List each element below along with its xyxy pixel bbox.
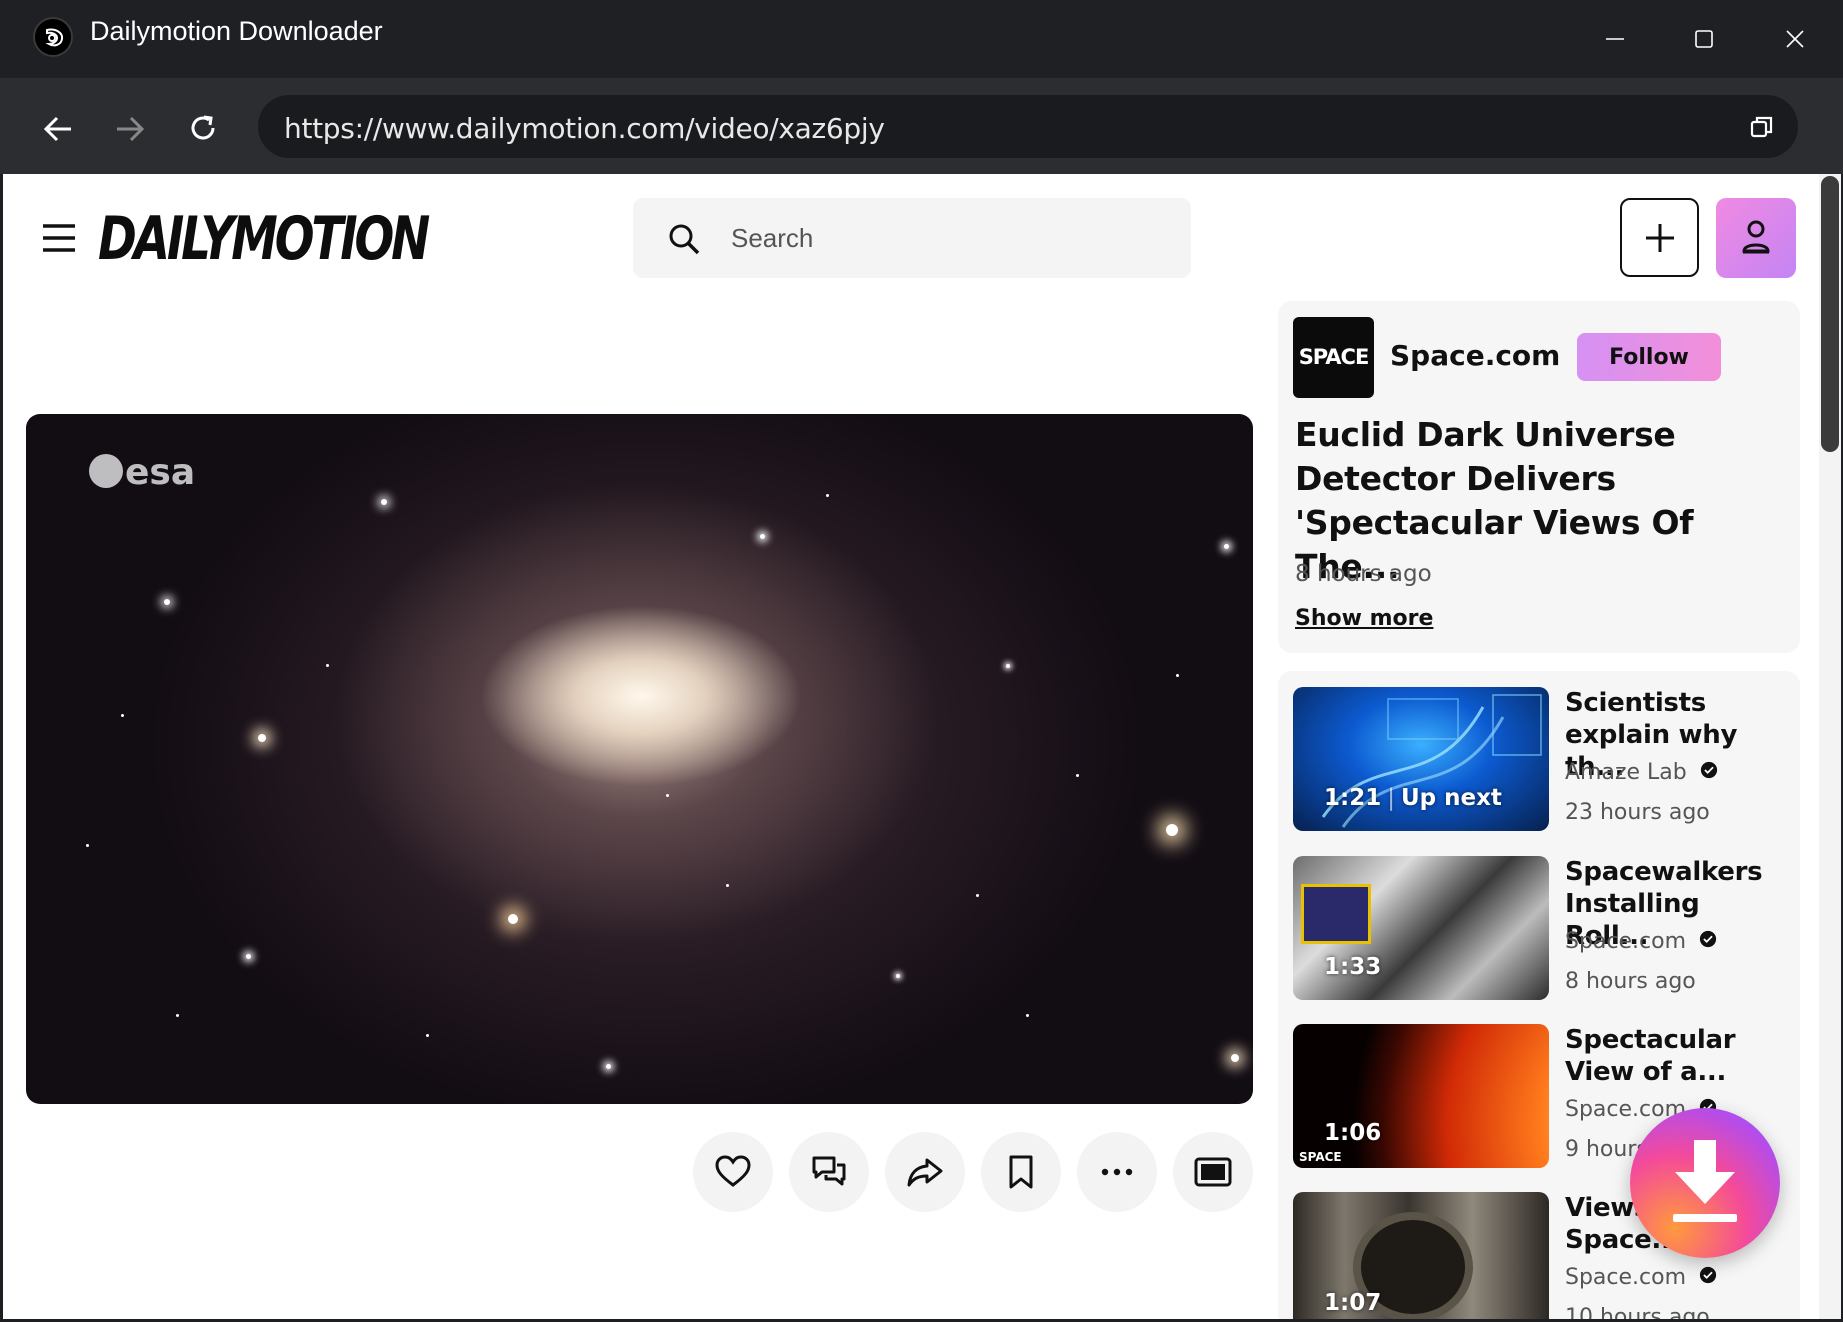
recommendation-channel[interactable]: Space.com <box>1565 1265 1717 1290</box>
window-title: Dailymotion Downloader <box>90 16 383 46</box>
reload-icon <box>191 115 215 140</box>
comments-icon <box>812 1156 846 1186</box>
copy-url-button[interactable] <box>1748 113 1776 146</box>
menu-button[interactable] <box>41 222 77 259</box>
bookmark-button[interactable] <box>981 1132 1061 1212</box>
user-icon <box>1742 220 1770 254</box>
verified-badge-icon <box>1699 930 1717 948</box>
esa-watermark: esa <box>89 452 195 493</box>
show-more-link[interactable]: Show more <box>1295 606 1433 631</box>
page-scrollbar[interactable] <box>1819 174 1841 1319</box>
bookmark-icon <box>1009 1155 1033 1189</box>
solar-panel-graphic <box>1301 884 1371 944</box>
heart-icon <box>715 1155 751 1187</box>
maximize-icon <box>1695 30 1713 48</box>
video-thumbnail[interactable]: 1:06 SPACE <box>1293 1024 1549 1168</box>
duration-badge: 1:06 <box>1324 1120 1382 1146</box>
follow-button[interactable]: Follow <box>1577 333 1721 381</box>
duration-badge: 1:07 <box>1324 1290 1382 1316</box>
search-bar[interactable] <box>633 198 1191 278</box>
duration-badge: 1:33 <box>1324 954 1382 980</box>
video-thumbnail[interactable]: 1:21 | Up next <box>1293 687 1549 831</box>
arrow-left-icon <box>43 116 71 142</box>
forward-button[interactable] <box>107 106 153 152</box>
recommendation-channel[interactable]: Space.com <box>1565 929 1717 954</box>
account-button[interactable] <box>1716 198 1796 278</box>
minimize-button[interactable] <box>1585 14 1645 64</box>
video-published-time: 8 hours ago <box>1295 561 1432 587</box>
recommendation-title[interactable]: Spectacular View of a... <box>1565 1024 1790 1088</box>
browser-toolbar: https://www.dailymotion.com/video/xaz6pj… <box>0 78 1843 174</box>
dailymotion-logo[interactable]: DAILYMOTION <box>98 204 430 274</box>
recommendation-time: 10 hours ago <box>1565 1305 1710 1319</box>
theater-mode-button[interactable] <box>1173 1132 1253 1212</box>
space-brand-mark: SPACE <box>1299 1150 1342 1164</box>
hamburger-icon <box>43 224 75 252</box>
more-dots-icon <box>1101 1168 1133 1176</box>
up-next-label: Up next <box>1400 785 1502 811</box>
close-button[interactable] <box>1765 14 1825 64</box>
video-thumbnail[interactable]: 1:33 <box>1293 856 1549 1000</box>
search-icon <box>669 224 700 255</box>
window-titlebar: Dailymotion Downloader <box>0 0 1843 78</box>
arrow-right-icon <box>117 116 145 142</box>
duration-badge: 1:21 | Up next <box>1324 785 1502 811</box>
scrollbar-thumb[interactable] <box>1821 176 1839 452</box>
web-page: DAILYMOTION esa <box>3 174 1841 1319</box>
close-icon <box>1786 30 1804 48</box>
verified-badge-icon <box>1699 1266 1717 1284</box>
like-button[interactable] <box>693 1132 773 1212</box>
download-button[interactable] <box>1630 1108 1780 1258</box>
url-text: https://www.dailymotion.com/video/xaz6pj… <box>284 112 885 145</box>
maximize-button[interactable] <box>1674 14 1734 64</box>
verified-badge-icon <box>1700 761 1717 779</box>
recommendation-item[interactable]: 1:33 Spacewalkers Installing Roll... Spa… <box>1293 856 1793 1004</box>
video-info-card: SPACE Space.com Follow Euclid Dark Unive… <box>1278 301 1800 653</box>
reload-button[interactable] <box>180 106 226 152</box>
search-input[interactable] <box>729 220 1149 256</box>
copy-icon <box>1750 116 1773 138</box>
minimize-icon <box>1606 38 1624 40</box>
recommendation-time: 8 hours ago <box>1565 969 1696 994</box>
recommendation-item[interactable]: 1:21 | Up next Scientists explain why th..… <box>1293 687 1793 835</box>
dailymotion-app-icon <box>33 17 73 57</box>
plus-icon <box>1646 224 1674 252</box>
comments-button[interactable] <box>789 1132 869 1212</box>
recommendation-channel[interactable]: Amaze Lab <box>1565 760 1718 785</box>
video-thumbnail[interactable]: 1:07 <box>1293 1192 1549 1319</box>
share-arrow-icon <box>907 1158 943 1187</box>
channel-name[interactable]: Space.com <box>1390 339 1596 372</box>
recommendation-time: 23 hours ago <box>1565 800 1710 825</box>
theater-mode-icon <box>1194 1157 1232 1187</box>
address-bar[interactable]: https://www.dailymotion.com/video/xaz6pj… <box>258 95 1798 158</box>
share-button[interactable] <box>885 1132 965 1212</box>
channel-avatar[interactable]: SPACE <box>1293 317 1374 398</box>
more-options-button[interactable] <box>1077 1132 1157 1212</box>
video-player[interactable]: esa <box>26 414 1253 1104</box>
upload-button[interactable] <box>1620 198 1699 277</box>
back-button[interactable] <box>35 106 81 152</box>
download-icon <box>1673 1140 1737 1222</box>
